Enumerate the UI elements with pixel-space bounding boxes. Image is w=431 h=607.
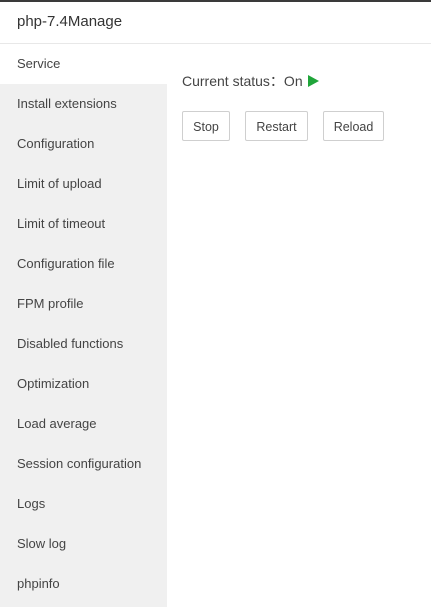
sidebar-item-limit-of-upload[interactable]: Limit of upload: [0, 164, 167, 204]
current-status: Current status：On: [182, 71, 319, 91]
sidebar-item-session-configuration[interactable]: Session configuration: [0, 444, 167, 484]
sidebar-item-slow-log[interactable]: Slow log: [0, 524, 167, 564]
sidebar-item-logs[interactable]: Logs: [0, 484, 167, 524]
status-text: Current status：On: [182, 73, 303, 89]
sidebar-item-load-average[interactable]: Load average: [0, 404, 167, 444]
sidebar-item-configuration[interactable]: Configuration: [0, 124, 167, 164]
play-icon: [307, 75, 319, 87]
service-panel: Current status：On Stop Restart Reload: [167, 44, 431, 607]
stop-button[interactable]: Stop: [182, 111, 230, 141]
window-title: php-7.4Manage: [17, 13, 123, 30]
sidebar-item-disabled-functions[interactable]: Disabled functions: [0, 324, 167, 364]
sidebar-item-install-extensions[interactable]: Install extensions: [0, 84, 167, 124]
sidebar: Service Install extensions Configuration…: [0, 44, 167, 607]
title-bar: php-7.4Manage: [0, 2, 431, 44]
restart-button[interactable]: Restart: [245, 111, 308, 141]
php-manage-window: php-7.4Manage Service Install extensions…: [0, 0, 431, 607]
sidebar-item-service[interactable]: Service: [0, 44, 167, 84]
reload-button[interactable]: Reload: [323, 111, 384, 141]
sidebar-item-fpm-profile[interactable]: FPM profile: [0, 284, 167, 324]
sidebar-item-optimization[interactable]: Optimization: [0, 364, 167, 404]
sidebar-item-configuration-file[interactable]: Configuration file: [0, 244, 167, 284]
sidebar-item-phpinfo[interactable]: phpinfo: [0, 564, 167, 604]
sidebar-item-limit-of-timeout[interactable]: Limit of timeout: [0, 204, 167, 244]
